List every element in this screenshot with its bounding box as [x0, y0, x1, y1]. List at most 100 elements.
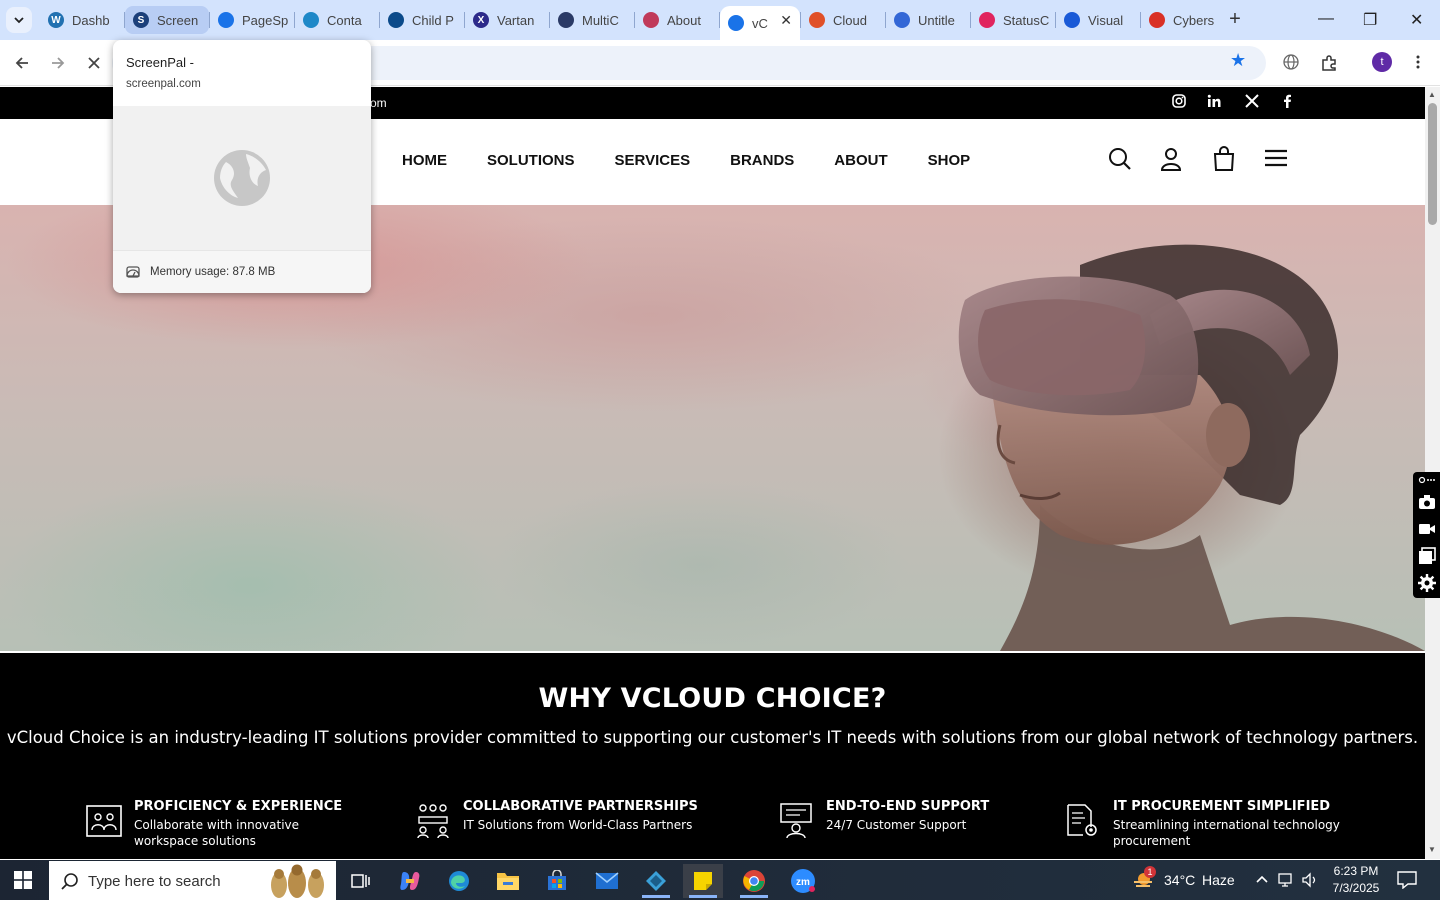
linkedin-icon[interactable]: [1207, 94, 1221, 108]
tab-favicon-icon: [643, 12, 659, 28]
taskbar-copilot[interactable]: [390, 864, 430, 898]
chevron-down-icon: [14, 17, 24, 24]
tab-title: About: [667, 12, 701, 28]
facebook-icon[interactable]: [1281, 94, 1293, 108]
notifications-icon[interactable]: [1397, 871, 1417, 889]
close-window-button[interactable]: ✕: [1410, 10, 1423, 30]
tab-strip: W Dashb S Screen PageSp Conta Child P X Vartan Mu…: [0, 0, 1440, 40]
extensions-icon[interactable]: [1320, 54, 1338, 72]
chevron-up-icon[interactable]: [1255, 873, 1269, 887]
browser-tab-active[interactable]: vC ✕: [720, 6, 800, 40]
browser-tab[interactable]: PageSp: [210, 6, 294, 34]
hover-card-title: ScreenPal -: [126, 55, 194, 70]
browser-tab[interactable]: Conta: [295, 6, 379, 34]
tab-favicon-icon: X: [473, 12, 489, 28]
gallery-icon[interactable]: [1418, 547, 1436, 565]
edge-browser-icon: [449, 871, 469, 891]
nav-home[interactable]: HOME: [402, 152, 447, 169]
bookmark-star-icon[interactable]: ★: [1230, 50, 1246, 71]
taskbar-app-diamond[interactable]: [636, 864, 676, 898]
workspace-icon: [86, 805, 122, 837]
instagram-icon[interactable]: [1172, 94, 1186, 108]
profile-avatar[interactable]: t: [1372, 52, 1392, 72]
tab-close-icon[interactable]: ✕: [780, 12, 792, 29]
more-vert-icon[interactable]: [1410, 54, 1426, 70]
weather-description: Haze: [1202, 872, 1235, 888]
tab-title: Conta: [327, 12, 362, 28]
forward-button[interactable]: [47, 52, 69, 74]
taskbar-search-box[interactable]: Type here to search: [49, 861, 336, 900]
tab-favicon-icon: [728, 15, 744, 31]
taskbar-mail[interactable]: [587, 864, 627, 898]
scroll-down-arrow-icon[interactable]: ▼: [1428, 845, 1436, 854]
search-icon[interactable]: [1106, 145, 1134, 173]
taskbar-file-explorer[interactable]: [488, 864, 528, 898]
nav-solutions[interactable]: SOLUTIONS: [487, 152, 575, 169]
stop-loading-button[interactable]: [83, 52, 105, 74]
nav-shop[interactable]: SHOP: [928, 152, 971, 169]
x-icon[interactable]: [1245, 94, 1259, 108]
globe-icon[interactable]: [1283, 54, 1299, 70]
browser-tab[interactable]: Cloud: [801, 6, 885, 34]
nav-services[interactable]: SERVICES: [615, 152, 691, 169]
meerkat-search-highlight-icon: [271, 864, 324, 898]
memory-gauge-icon: [126, 266, 140, 278]
new-tab-button[interactable]: +: [1224, 8, 1246, 30]
browser-tab[interactable]: Untitle: [886, 6, 970, 34]
gear-icon[interactable]: [1418, 574, 1436, 592]
tab-title: Dashb: [72, 12, 110, 28]
taskbar-edge[interactable]: [439, 864, 479, 898]
windows-start-icon[interactable]: [14, 871, 32, 889]
team-network-icon: [417, 804, 449, 839]
feature-description: Streamlining international technology pr…: [1113, 818, 1340, 848]
weather-widget[interactable]: 1 34°C Haze: [1130, 860, 1240, 900]
taskbar-clock[interactable]: 6:23 PM 7/3/2025: [1322, 863, 1390, 897]
browser-tab[interactable]: MultiC: [550, 6, 634, 34]
browser-tab[interactable]: About: [635, 6, 719, 34]
tab-favicon-icon: S: [133, 12, 149, 28]
browser-tab[interactable]: Visual: [1056, 6, 1140, 34]
back-button[interactable]: [11, 52, 33, 74]
feature-description: IT Solutions from World-Class Partners: [463, 818, 693, 832]
store-bag-icon: [548, 870, 566, 890]
minimize-button[interactable]: —: [1318, 10, 1334, 28]
nav-brands[interactable]: BRANDS: [730, 152, 794, 169]
shopping-bag-icon[interactable]: [1210, 145, 1238, 173]
browser-tab[interactable]: Child P: [380, 6, 464, 34]
hamburger-menu-icon[interactable]: [1262, 145, 1290, 173]
user-account-icon[interactable]: [1157, 145, 1185, 173]
taskbar-zoom[interactable]: zm: [783, 864, 823, 898]
tab-title: Cybers: [1173, 12, 1215, 28]
copilot-icon: [400, 872, 420, 890]
camera-icon[interactable]: [1418, 493, 1436, 511]
chrome-icon: [743, 870, 765, 892]
browser-tab[interactable]: Cybers: [1141, 6, 1225, 34]
tab-favicon-icon: [218, 12, 234, 28]
scrollbar-thumb[interactable]: [1428, 103, 1437, 225]
taskbar-sticky-notes[interactable]: [683, 864, 723, 898]
tab-title: MultiC: [582, 12, 619, 28]
customer-support-icon: [780, 803, 812, 839]
why-heading: WHY VCLOUD CHOICE?: [538, 683, 887, 714]
browser-tab[interactable]: StatusC: [971, 6, 1055, 34]
nav-about[interactable]: ABOUT: [834, 152, 887, 169]
browser-tab[interactable]: X Vartan: [465, 6, 549, 34]
pin-more-icon[interactable]: [1418, 475, 1436, 485]
browser-tab[interactable]: S Screen: [125, 6, 209, 34]
feature-description: 24/7 Customer Support: [826, 818, 967, 832]
search-icon: [61, 873, 78, 890]
tab-search-button[interactable]: [6, 7, 32, 33]
maximize-button[interactable]: ❐: [1363, 10, 1377, 30]
taskbar-chrome[interactable]: [734, 864, 774, 898]
volume-icon[interactable]: [1301, 871, 1319, 889]
globe-icon: [214, 150, 270, 206]
topbar-email[interactable]: om: [370, 96, 387, 110]
browser-tab[interactable]: W Dashb: [40, 6, 124, 34]
video-camera-icon[interactable]: [1418, 520, 1436, 538]
document-gear-icon: [1067, 804, 1097, 836]
tab-favicon-icon: [809, 12, 825, 28]
network-icon[interactable]: [1278, 871, 1296, 889]
task-view-button[interactable]: [340, 864, 380, 898]
taskbar-store[interactable]: [537, 864, 577, 898]
scroll-up-arrow-icon[interactable]: ▲: [1428, 90, 1436, 99]
